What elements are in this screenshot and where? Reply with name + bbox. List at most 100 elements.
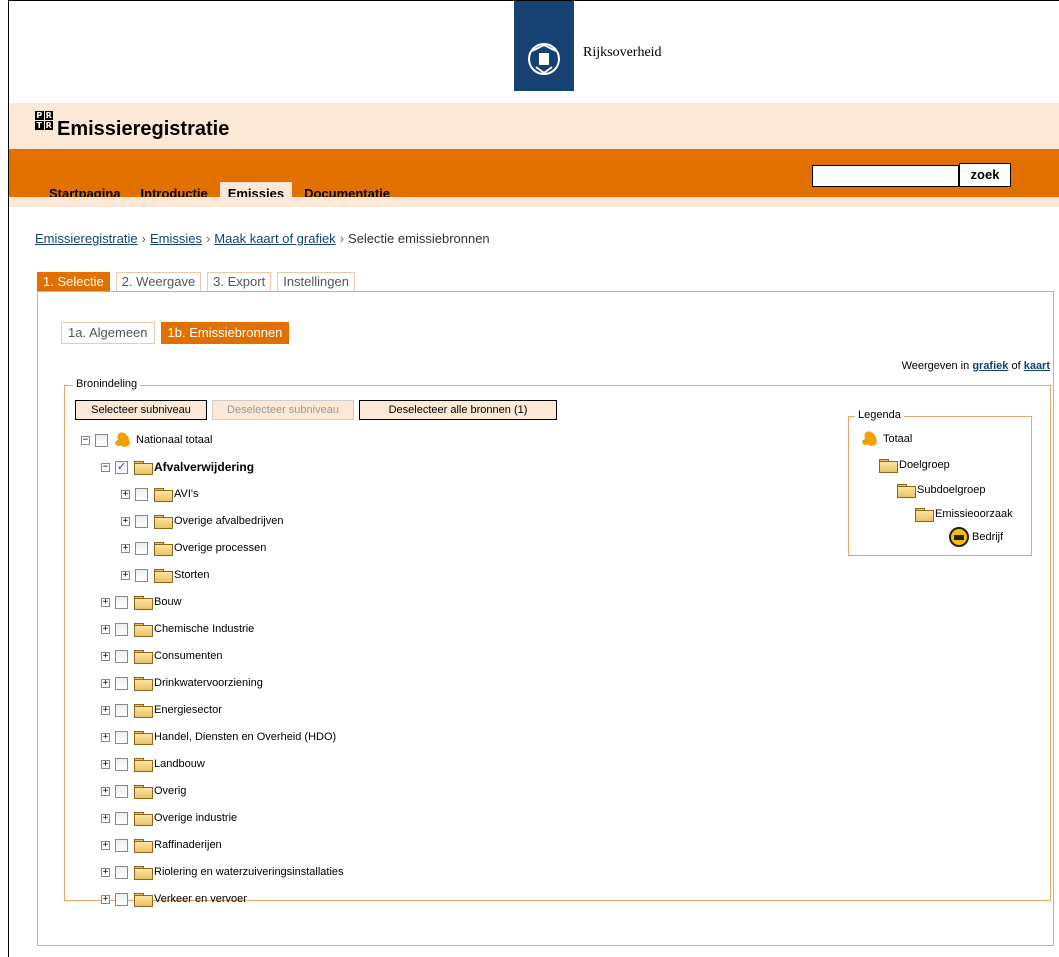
kaart-link[interactable]: kaart [1024, 360, 1050, 372]
tree-node[interactable]: + Consumenten [101, 646, 223, 666]
tree-node-label: Energiesector [154, 704, 222, 716]
search-button[interactable]: zoek [959, 163, 1011, 187]
checkbox[interactable] [115, 622, 128, 636]
folder-icon [134, 703, 153, 718]
legend-item: Emissieoorzaak [915, 504, 1013, 524]
site-title-band: P R T R Emissieregistratie [9, 103, 1059, 149]
breadcrumb: Emissieregistratie › Emissies › Maak kaart o… [35, 231, 490, 246]
checkbox[interactable] [135, 568, 148, 582]
expand-icon[interactable]: + [101, 894, 110, 904]
checkbox[interactable] [115, 811, 128, 825]
collapse-icon[interactable]: − [81, 435, 90, 445]
checkbox[interactable] [115, 865, 128, 879]
expand-icon[interactable]: + [101, 813, 110, 823]
expand-icon[interactable]: + [101, 786, 110, 796]
folder-icon [134, 838, 153, 853]
tree-node[interactable]: + Raffinaderijen [101, 835, 222, 855]
legend-item: Subdoelgroep [897, 480, 986, 500]
display-options: Weergeven in grafiek of kaart [902, 360, 1050, 372]
checkbox[interactable] [115, 892, 128, 906]
expand-icon[interactable]: + [121, 489, 130, 499]
tree-node-selected[interactable]: − ✓ Afvalverwijdering [101, 457, 254, 477]
grafiek-link[interactable]: grafiek [972, 360, 1008, 372]
expand-icon[interactable]: + [121, 543, 130, 553]
tree-node[interactable]: + Overige processen [121, 538, 266, 558]
top-header: Rijksoverheid [9, 1, 1059, 103]
expand-icon[interactable]: + [101, 840, 110, 850]
expand-icon[interactable]: + [101, 705, 110, 715]
selection-panel: 1a. Algemeen 1b. Emissiebronnen Weergeve… [37, 291, 1054, 946]
checkbox-checked[interactable]: ✓ [115, 460, 128, 474]
tree-node[interactable]: + Verkeer en vervoer [101, 889, 247, 909]
rijksoverheid-logo[interactable] [514, 1, 574, 91]
checkbox[interactable] [115, 730, 128, 744]
tree-node[interactable]: + Overige afvalbedrijven [121, 511, 283, 531]
tree-node[interactable]: + Energiesector [101, 700, 222, 720]
tree-node[interactable]: + Storten [121, 565, 209, 585]
bronindeling-fieldset: Bronindeling Selecteer subniveau Deselec… [64, 378, 1051, 907]
folder-icon [134, 730, 153, 745]
tree-node-label: Handel, Diensten en Overheid (HDO) [154, 731, 337, 743]
tab-selectie[interactable]: 1. Selectie [37, 272, 110, 292]
logo-letter: R [44, 111, 53, 120]
factory-icon [949, 527, 969, 547]
select-subniveau-button[interactable]: Selecteer subniveau [75, 400, 207, 420]
tree-node-label: Drinkwatervoorziening [154, 677, 263, 689]
tree-node[interactable]: + Overige industrie [101, 808, 237, 828]
tree-node-root[interactable]: − Nationaal totaal [81, 430, 212, 450]
tree-node[interactable]: + Drinkwatervoorziening [101, 673, 263, 693]
legenda-title: Legenda [855, 409, 904, 421]
tree-node[interactable]: + Chemische Industrie [101, 619, 254, 639]
expand-icon[interactable]: + [101, 597, 110, 607]
site-title[interactable]: Emissieregistratie [57, 118, 229, 141]
tab-emissiebronnen[interactable]: 1b. Emissiebronnen [160, 322, 290, 344]
checkbox[interactable] [115, 649, 128, 663]
breadcrumb-link[interactable]: Maak kaart of grafiek [214, 231, 335, 246]
logo-letter: T [35, 121, 44, 130]
expand-icon[interactable]: + [121, 516, 130, 526]
tree-node-label: Landbouw [154, 758, 205, 770]
folder-icon [915, 507, 934, 522]
expand-icon[interactable]: + [101, 867, 110, 877]
folder-icon [154, 514, 173, 529]
folder-icon [154, 541, 173, 556]
folder-icon [134, 784, 153, 799]
deselect-subniveau-button[interactable]: Deselecteer subniveau [212, 400, 354, 420]
legend-label: Emissieoorzaak [935, 508, 1013, 520]
breadcrumb-link[interactable]: Emissies [150, 231, 202, 246]
checkbox[interactable] [135, 487, 148, 501]
tree-node[interactable]: + Overig [101, 781, 186, 801]
tab-weergave[interactable]: 2. Weergave [115, 272, 202, 292]
checkbox[interactable] [115, 676, 128, 690]
checkbox[interactable] [135, 514, 148, 528]
deselect-all-button[interactable]: Deselecteer alle bronnen (1) [359, 400, 557, 420]
checkbox[interactable] [115, 784, 128, 798]
checkbox[interactable] [115, 595, 128, 609]
checkbox[interactable] [95, 433, 108, 447]
checkbox[interactable] [115, 838, 128, 852]
expand-icon[interactable]: + [101, 651, 110, 661]
checkbox[interactable] [135, 541, 148, 555]
expand-icon[interactable]: + [101, 624, 110, 634]
tab-instellingen[interactable]: Instellingen [277, 272, 355, 292]
folder-icon [154, 487, 173, 502]
tree-node-label: AVI's [174, 488, 199, 500]
expand-icon[interactable]: + [101, 732, 110, 742]
tree-node[interactable]: + AVI's [121, 484, 199, 504]
tree-node[interactable]: + Bouw [101, 592, 182, 612]
expand-icon[interactable]: + [101, 678, 110, 688]
fieldset-legend: Bronindeling [73, 378, 141, 390]
checkbox[interactable] [115, 757, 128, 771]
tree-node[interactable]: + Handel, Diensten en Overheid (HDO) [101, 727, 336, 747]
checkbox[interactable] [115, 703, 128, 717]
folder-icon [154, 568, 173, 583]
search-input[interactable] [812, 165, 959, 187]
tab-export[interactable]: 3. Export [207, 272, 272, 292]
collapse-icon[interactable]: − [101, 462, 110, 472]
expand-icon[interactable]: + [101, 759, 110, 769]
tree-node[interactable]: + Riolering en waterzuiveringsinstallatie… [101, 862, 344, 882]
breadcrumb-link[interactable]: Emissieregistratie [35, 231, 138, 246]
expand-icon[interactable]: + [121, 570, 130, 580]
tab-algemeen[interactable]: 1a. Algemeen [61, 322, 155, 344]
tree-node[interactable]: + Landbouw [101, 754, 205, 774]
